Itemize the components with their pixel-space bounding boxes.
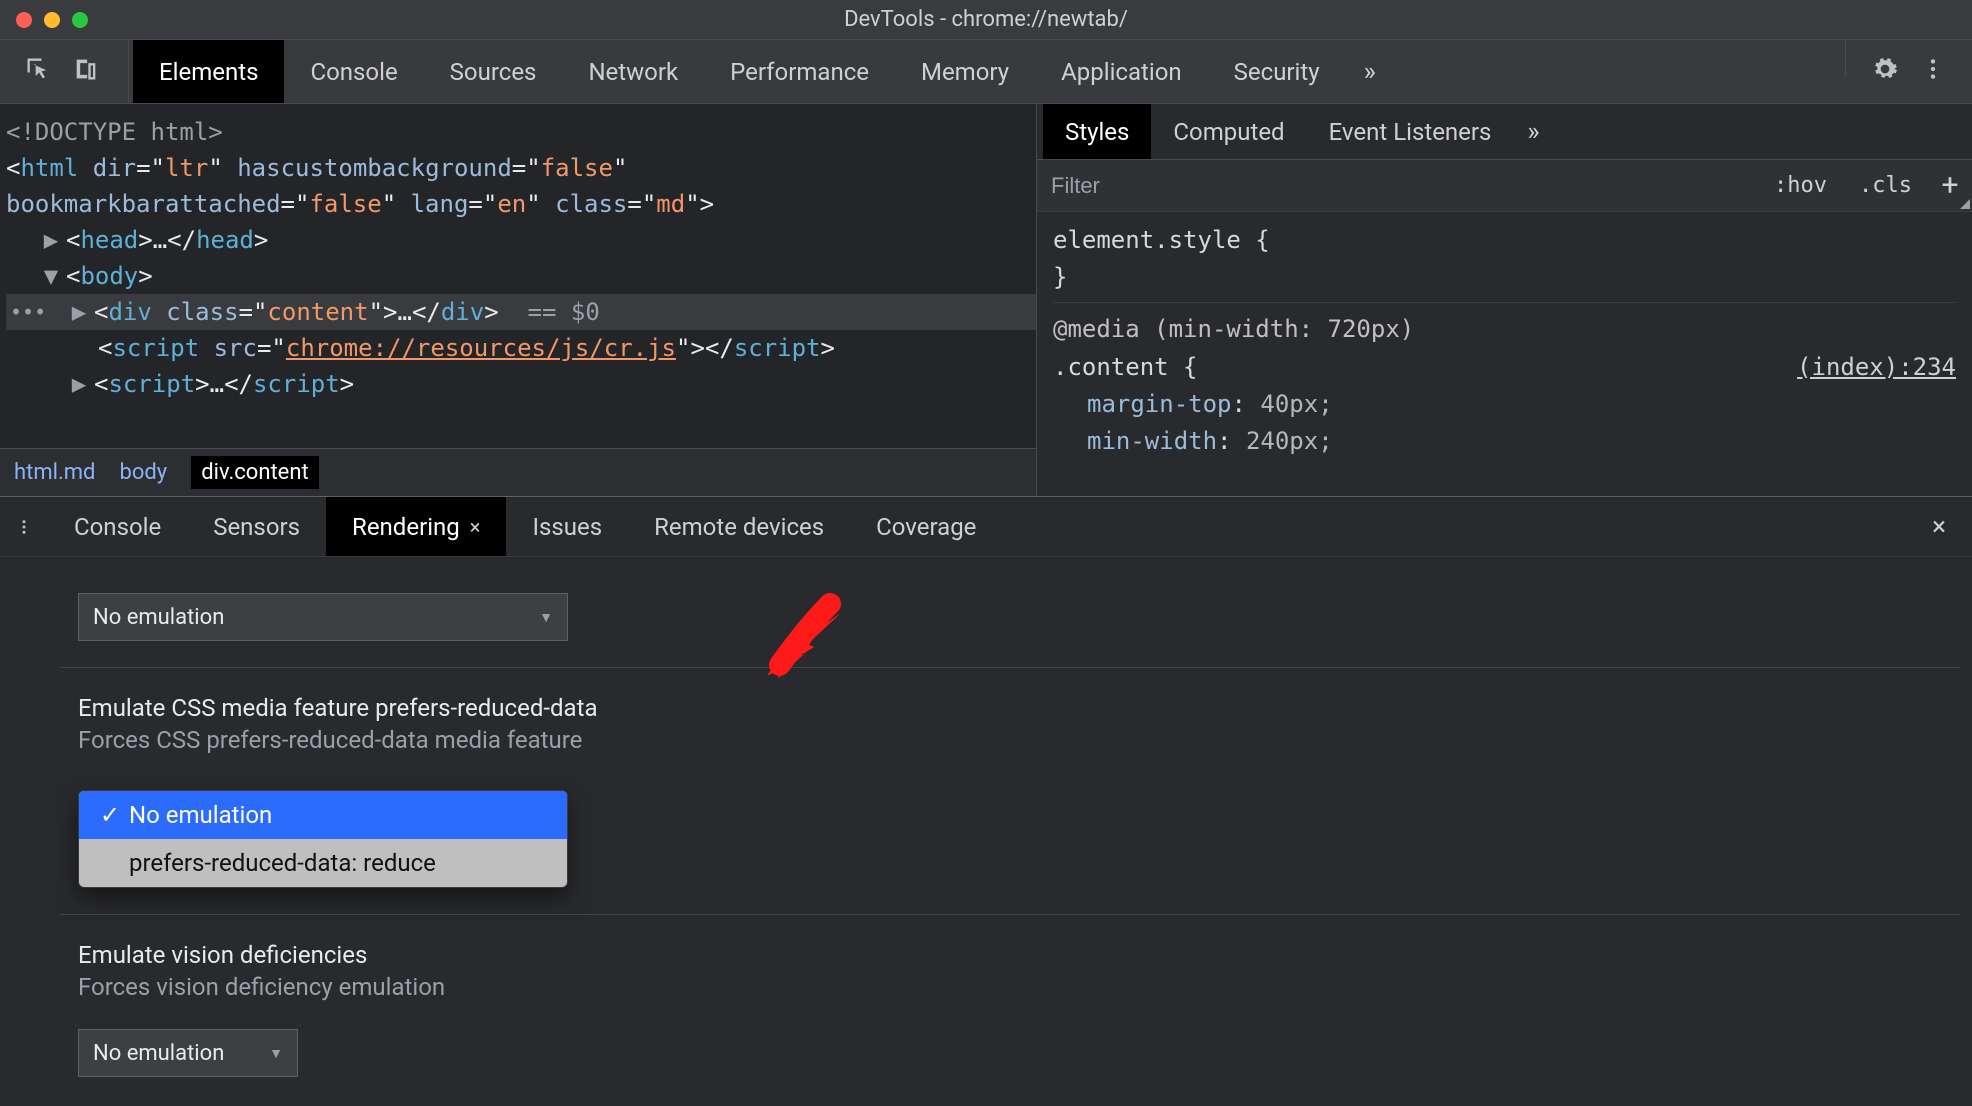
drawer-tabs: Console Sensors Rendering × Issues Remot… [0,497,1972,557]
window-minimize-icon[interactable] [44,12,60,28]
breadcrumb-item[interactable]: div.content [191,456,319,489]
tab-styles[interactable]: Styles [1043,104,1151,159]
breadcrumb: html.md body div.content [0,448,1036,496]
tab-computed[interactable]: Computed [1151,104,1306,159]
css-val[interactable]: 40px; [1260,390,1332,418]
select-value: No emulation [93,605,224,630]
expand-arrow-icon[interactable]: ▶ [42,222,60,258]
annotation-arrow-icon [760,593,850,683]
drawer-tab-issues[interactable]: Issues [506,497,628,556]
window-title: DevTools - chrome://newtab/ [0,7,1972,32]
drawer-tab-rendering-label: Rendering [352,513,460,541]
cls-toggle[interactable]: .cls [1843,173,1928,198]
drawer-tab-rendering[interactable]: Rendering × [326,497,506,556]
divider [60,667,1960,668]
vision-deficiency-select[interactable]: No emulation ▼ [78,1029,298,1077]
select-value: No emulation [93,1041,224,1066]
media-query-label: @media (min-width: 720px) [1053,311,1956,348]
tab-sources[interactable]: Sources [424,40,563,103]
dropdown-option-label: No emulation [129,801,272,829]
inspect-element-icon[interactable] [24,55,52,88]
settings-icon[interactable] [1872,56,1898,87]
window-maximize-icon[interactable] [72,12,88,28]
collapse-arrow-icon[interactable]: ▼ [42,258,60,294]
breadcrumb-item[interactable]: body [119,460,167,485]
elements-pane: <!DOCTYPE html> <html dir="ltr" hascusto… [0,104,1036,496]
divider [60,914,1960,915]
tab-memory[interactable]: Memory [895,40,1035,103]
tab-console[interactable]: Console [284,40,423,103]
styles-filter-row: :hov .cls + [1037,160,1972,212]
drawer-tab-remote-devices[interactable]: Remote devices [628,497,850,556]
close-tab-icon[interactable]: × [470,515,481,539]
kebab-menu-icon[interactable] [1920,56,1946,87]
drawer-tab-sensors[interactable]: Sensors [187,497,326,556]
css-prop[interactable]: min-width [1087,427,1217,455]
tab-elements[interactable]: Elements [133,40,284,103]
window-close-icon[interactable] [16,12,32,28]
section-title: Emulate CSS media feature prefers-reduce… [78,694,1972,722]
drawer-tab-coverage[interactable]: Coverage [850,497,1002,556]
breadcrumb-item[interactable]: html.md [14,460,95,485]
css-prop[interactable]: margin-top [1087,390,1232,418]
expand-arrow-icon[interactable]: ▶ [70,294,88,330]
toolbar-right-icons [1841,40,1972,103]
element-style-close: } [1053,259,1956,296]
element-style-selector: element.style { [1053,222,1956,259]
chevron-down-icon: ▼ [269,1045,283,1062]
main-tabs-more-icon[interactable]: » [1346,40,1394,103]
hov-toggle[interactable]: :hov [1758,173,1843,198]
new-style-rule-button[interactable]: + [1928,168,1972,203]
dom-doctype: <!DOCTYPE html> [6,114,223,150]
checkmark-icon: ✓ [99,801,121,829]
toolbar-left-icons [0,40,124,103]
separator [1845,40,1846,76]
styles-rules[interactable]: element.style { } @media (min-width: 720… [1037,212,1972,466]
tab-network[interactable]: Network [562,40,704,103]
drawer: Console Sensors Rendering × Issues Remot… [0,496,1972,1077]
main-tabs: Elements Console Sources Network Perform… [0,40,1972,104]
styles-tabs: Styles Computed Event Listeners » [1037,104,1972,160]
tab-event-listeners[interactable]: Event Listeners [1307,104,1514,159]
tab-application[interactable]: Application [1035,40,1208,103]
dropdown-option-label: prefers-reduced-data: reduce [129,849,436,877]
prefers-reduced-data-dropdown[interactable]: ✓ No emulation prefers-reduced-data: red… [78,790,568,888]
rule-selector: .content { [1053,353,1198,381]
section-title: Emulate vision deficiencies [78,941,1972,969]
content-row: <!DOCTYPE html> <html dir="ltr" hascusto… [0,104,1972,496]
section-description: Forces CSS prefers-reduced-data media fe… [78,726,1972,754]
dropdown-option[interactable]: prefers-reduced-data: reduce [79,839,567,887]
drawer-kebab-icon[interactable] [0,497,48,556]
main-tab-row: Elements Console Sources Network Perform… [133,40,1394,103]
window-traffic-lights [0,12,88,28]
styles-pane: Styles Computed Event Listeners » :hov .… [1036,104,1972,496]
chevron-down-icon: ▼ [539,609,553,626]
separator [128,40,129,103]
rendering-panel: No emulation ▼ Emulate CSS media feature… [0,557,1972,1077]
section-description: Forces vision deficiency emulation [78,973,1972,1001]
css-val[interactable]: 240px; [1246,427,1333,455]
resize-corner-icon[interactable] [1960,199,1970,209]
source-link[interactable]: (index):234 [1797,349,1956,386]
dom-selected-node[interactable]: ••• ▶<div class="content">…</div> == $0 [6,294,1036,330]
expand-arrow-icon[interactable]: ▶ [70,366,88,402]
window-titlebar: DevTools - chrome://newtab/ [0,0,1972,40]
styles-filter-input[interactable] [1037,173,1758,199]
tab-security[interactable]: Security [1208,40,1346,103]
emulate-select-generic[interactable]: No emulation ▼ [78,593,568,641]
dropdown-option[interactable]: ✓ No emulation [79,791,567,839]
tab-performance[interactable]: Performance [704,40,895,103]
device-toolbar-icon[interactable] [72,55,100,88]
drawer-close-icon[interactable]: × [1906,497,1972,556]
dom-tree[interactable]: <!DOCTYPE html> <html dir="ltr" hascusto… [0,104,1036,448]
styles-tabs-more-icon[interactable]: » [1513,104,1553,159]
drawer-tab-console[interactable]: Console [48,497,187,556]
